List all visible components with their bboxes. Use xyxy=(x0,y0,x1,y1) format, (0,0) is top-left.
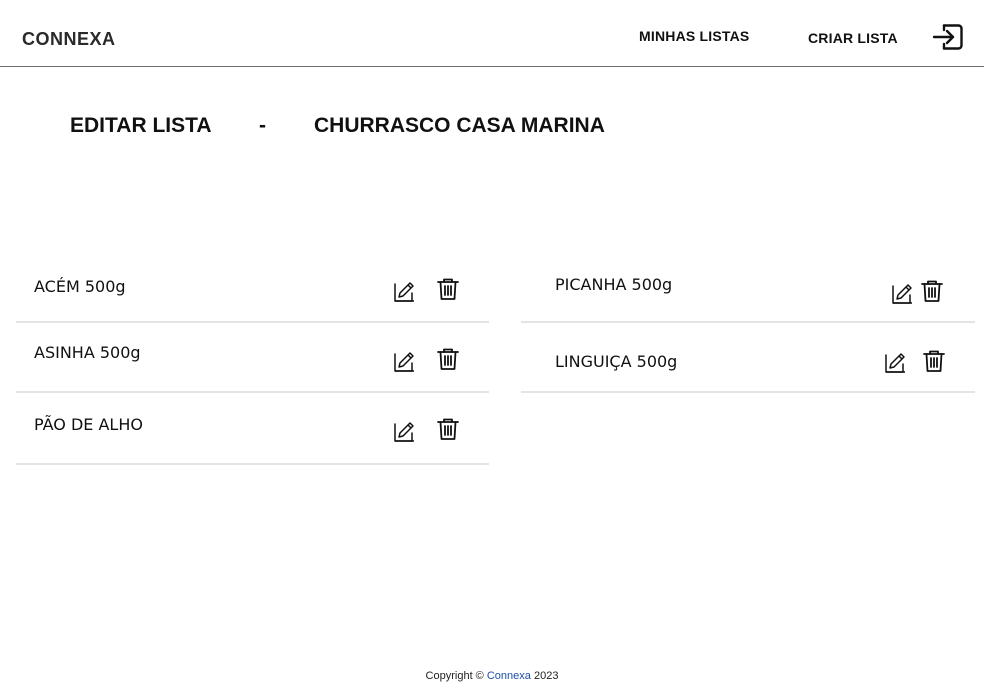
top-header: CONNEXA MINHAS LISTAS CRIAR LISTA xyxy=(0,0,984,67)
list-item-label: ACÉM 500g xyxy=(34,277,126,296)
list-item: ACÉM 500g xyxy=(16,253,489,323)
footer-brand-link[interactable]: Connexa xyxy=(487,670,531,682)
nav-my-lists-link[interactable]: MINHAS LISTAS xyxy=(639,28,749,44)
edit-icon[interactable] xyxy=(393,279,417,303)
footer-year: 2023 xyxy=(533,670,559,682)
title-separator: - xyxy=(259,114,266,137)
title-list-name: CHURRASCO CASA MARINA xyxy=(314,114,605,137)
trash-icon[interactable] xyxy=(436,417,460,441)
list-item-label: PICANHA 500g xyxy=(555,275,673,294)
list-item-label: ASINHA 500g xyxy=(34,343,141,362)
page: CONNEXA MINHAS LISTAS CRIAR LISTA EDITAR… xyxy=(0,0,984,699)
edit-icon[interactable] xyxy=(393,349,417,373)
trash-icon[interactable] xyxy=(920,279,944,303)
list-item-label: LINGUIÇA 500g xyxy=(555,352,678,371)
logout-icon[interactable] xyxy=(932,23,964,51)
list-item: ASINHA 500g xyxy=(16,323,489,393)
footer-copyright: Copyright © xyxy=(425,670,484,682)
nav-create-list-link[interactable]: CRIAR LISTA xyxy=(808,30,898,46)
edit-icon[interactable] xyxy=(891,281,915,305)
edit-icon[interactable] xyxy=(393,419,417,443)
footer: Copyright © Connexa 2023 xyxy=(0,670,984,682)
connexa-logo[interactable]: CONNEXA xyxy=(22,29,116,50)
title-edit-label: EDITAR LISTA xyxy=(70,114,212,137)
trash-icon[interactable] xyxy=(922,349,946,373)
trash-icon[interactable] xyxy=(436,347,460,371)
list-item: PICANHA 500g xyxy=(521,253,975,323)
list-item: LINGUIÇA 500g xyxy=(521,323,975,393)
list-item-label: PÃO DE ALHO xyxy=(34,415,143,434)
trash-icon[interactable] xyxy=(436,277,460,301)
list-item: PÃO DE ALHO xyxy=(16,395,489,465)
edit-icon[interactable] xyxy=(884,350,908,374)
